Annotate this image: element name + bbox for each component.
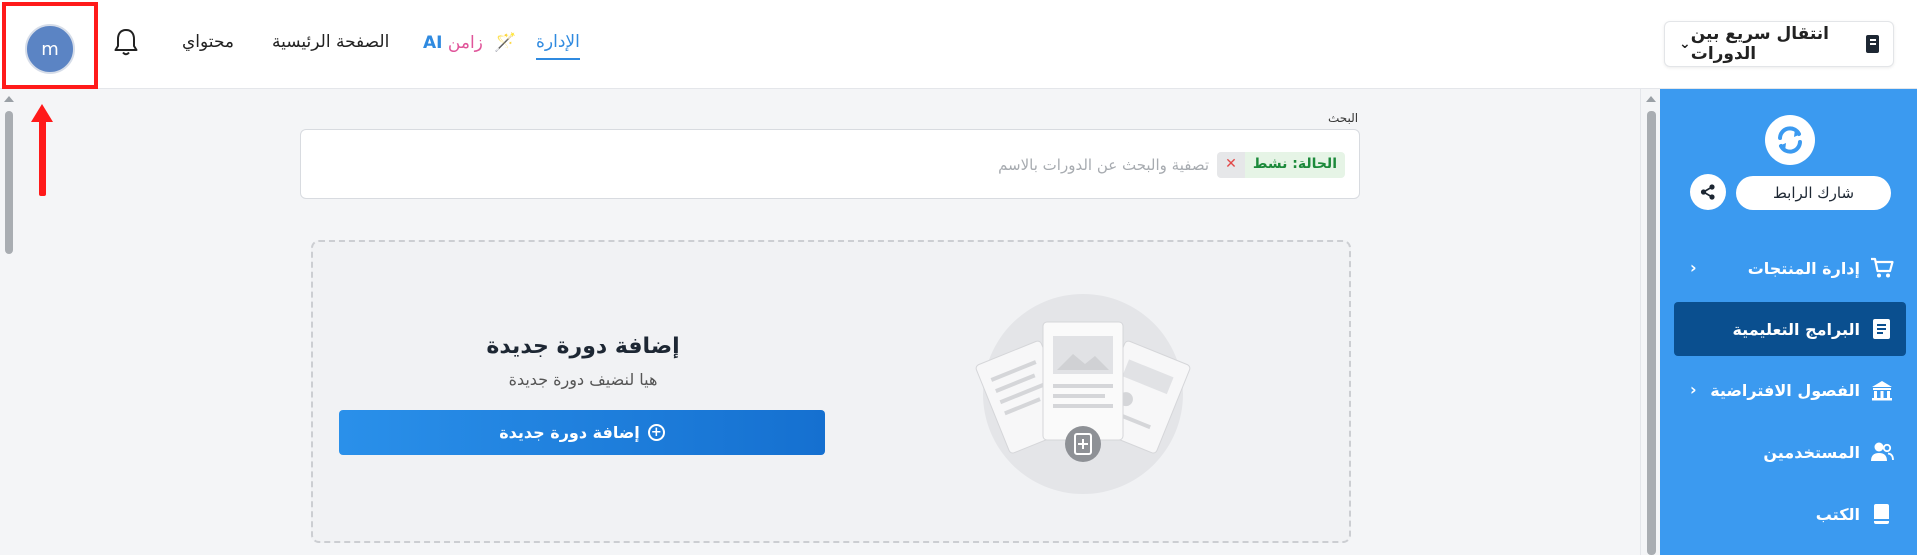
app-logo[interactable] [1765, 115, 1815, 165]
nav-admin[interactable]: الإدارة [536, 32, 580, 60]
nav-ai-suffix: AI [423, 33, 443, 53]
sidebar-item-label: الفصول الافتراضية [1710, 380, 1860, 400]
status-chip-label: الحالة: نشط [1244, 152, 1345, 178]
add-course-subtitle: هيا لنضيف دورة جديدة [508, 370, 658, 389]
nav-ai[interactable]: AI زامن 🪄 [423, 32, 517, 53]
sidebar-item-label: إدارة المنتجات [1747, 258, 1860, 278]
sidebar-item-programs[interactable]: البرامج التعليمية [1674, 302, 1906, 356]
chevron-down-icon: ⌄ [1679, 36, 1691, 52]
user-avatar[interactable]: m [25, 24, 75, 74]
sidebar: شارك الرابط › إدارة المنتجات البرامج الت… [1660, 89, 1917, 555]
book-icon [1870, 317, 1894, 341]
add-course-title: إضافة دورة جديدة [486, 334, 680, 359]
close-icon[interactable]: ✕ [1217, 152, 1245, 178]
main-scrollbar[interactable] [1640, 89, 1660, 555]
chevron-right-icon: › [1690, 258, 1697, 277]
share-icon[interactable] [1690, 174, 1726, 210]
search-input[interactable] [709, 152, 1209, 178]
add-course-button[interactable]: إضافة دورة جديدة + [339, 410, 825, 455]
bell-icon[interactable] [113, 27, 139, 57]
cart-icon [1870, 256, 1894, 280]
scroll-up-icon[interactable] [1646, 96, 1656, 102]
scroll-thumb[interactable] [5, 111, 13, 254]
sidebar-item-books[interactable]: الكتب [1674, 487, 1906, 541]
nav-content[interactable]: محتواي [182, 32, 234, 52]
documents-illustration [975, 294, 1191, 494]
chevron-right-icon: › [1690, 380, 1697, 399]
add-course-button-label: إضافة دورة جديدة [499, 423, 640, 442]
magic-wand-icon: 🪄 [494, 32, 517, 53]
school-icon [1870, 378, 1894, 402]
course-book-icon [1866, 35, 1879, 53]
sidebar-item-users[interactable]: المستخدمين [1674, 425, 1906, 479]
sidebar-item-virtual-classes[interactable]: › الفصول الافتراضية [1674, 363, 1906, 417]
scroll-up-icon[interactable] [4, 96, 14, 102]
left-scrollbar[interactable] [0, 89, 18, 555]
users-icon [1870, 440, 1894, 464]
annotation-arrow [39, 118, 46, 196]
sidebar-item-label: البرامج التعليمية [1732, 319, 1860, 339]
quick-switch-label: انتقال سريع بين الدورات [1690, 24, 1830, 64]
search-box[interactable]: ✕ الحالة: نشط [300, 129, 1360, 199]
books-icon [1870, 502, 1894, 526]
status-filter-chip[interactable]: ✕ الحالة: نشط [1217, 152, 1345, 178]
top-bar: m محتواي الصفحة الرئيسية AI زامن 🪄 الإدا… [0, 0, 1917, 89]
add-course-card: إضافة دورة جديدة هيا لنضيف دورة جديدة إض… [311, 240, 1351, 543]
search-label: البحث [1328, 111, 1359, 125]
quick-switch-dropdown[interactable]: ⌄ انتقال سريع بين الدورات [1664, 21, 1894, 67]
avatar-letter: m [41, 38, 59, 60]
scroll-thumb[interactable] [1647, 111, 1656, 555]
highlight-box: m [2, 2, 98, 89]
plus-circle-icon: + [647, 424, 665, 441]
nav-home[interactable]: الصفحة الرئيسية [272, 32, 389, 52]
sidebar-item-products[interactable]: › إدارة المنتجات [1674, 241, 1906, 295]
sync-logo-icon [1778, 126, 1802, 154]
nav-ai-word: زامن [447, 33, 483, 53]
sidebar-item-label: الكتب [1815, 504, 1860, 524]
share-link-button[interactable]: شارك الرابط [1736, 176, 1891, 210]
sidebar-item-label: المستخدمين [1763, 442, 1860, 462]
